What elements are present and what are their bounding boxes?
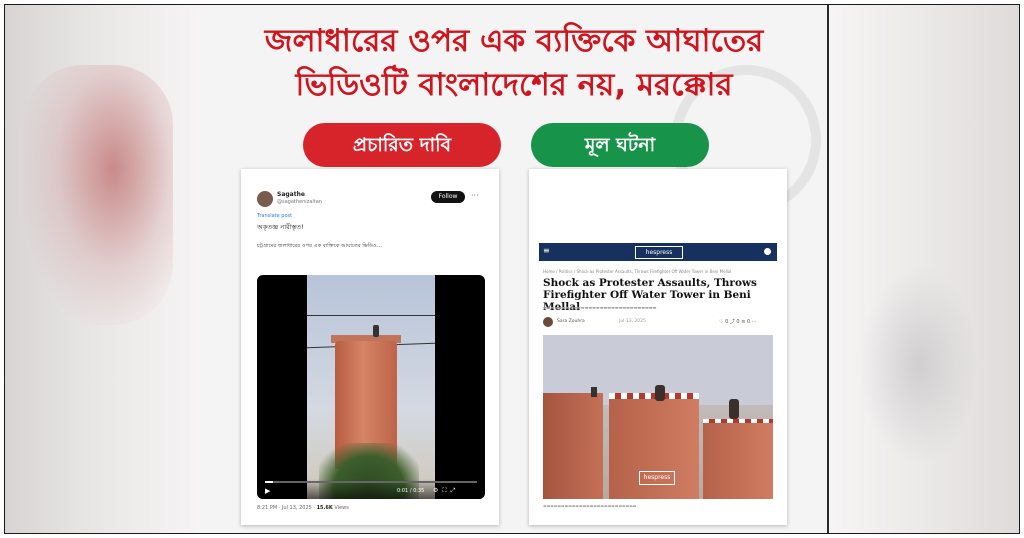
blurred-shape	[23, 65, 173, 325]
author-avatar	[543, 317, 553, 327]
site-navbar: ≡ hespress	[539, 243, 777, 261]
person-figure	[655, 385, 665, 401]
tweet-screenshot: Sagathe @sagathenizaltan Follow ··· Tran…	[241, 169, 499, 525]
tweet-body: চট্টগ্রামের জলাধারের ওপর এক ব্যক্তিকে আঘ…	[257, 243, 382, 249]
fact-label: মূল ঘটনা	[531, 123, 709, 167]
headline: জলাধারের ওপর এক ব্যক্তিকে আঘাতের ভিডিওটি…	[201, 19, 827, 107]
image-frame: জলাধারের ওপর এক ব্যক্তিকে আঘাতের ভিডিওটি…	[4, 4, 1020, 534]
translate-link[interactable]: Translate post	[257, 213, 292, 219]
tweet-video[interactable]: ▶ 0:01 / 0:35 ⚙⛶⤢	[257, 275, 485, 499]
claim-label: প্রচারিত দাবি	[303, 123, 501, 167]
search-icon[interactable]	[764, 248, 771, 255]
article-date: Jul 13, 2025	[619, 319, 646, 324]
play-icon[interactable]: ▶	[265, 487, 270, 495]
power-line	[307, 315, 435, 316]
video-control-icons[interactable]: ⚙⛶⤢	[433, 487, 459, 495]
tweet-first-line: অকৃতজ্ঞ নারীস্তৃত!	[257, 223, 304, 231]
breadcrumb: Home / Politics / Shock as Protester Ass…	[543, 269, 732, 274]
person-figure	[373, 325, 379, 337]
menu-icon[interactable]: ≡	[543, 246, 550, 255]
article-author[interactable]: Sara Zouhra	[557, 319, 585, 324]
follow-button[interactable]: Follow	[431, 191, 465, 203]
headline-line-1: জলাধারের ওপর এক ব্যক্তিকে আঘাতের	[264, 23, 764, 59]
site-logo[interactable]: hespress	[635, 246, 683, 259]
photo-watermark: hespress	[639, 471, 675, 485]
tweet-views-label: Views	[334, 505, 349, 511]
blurred-background-right	[823, 5, 1019, 533]
avatar	[257, 191, 273, 207]
tweet-author-name: Sagathe	[277, 191, 305, 198]
tweet-meta: 8:21 PM · Jul 13, 2025 · 15.6K Views	[257, 505, 349, 511]
person-figure	[729, 399, 739, 419]
headline-line-2: ভিডিওটি বাংলাদেশের নয়, মরক্কোর	[295, 67, 733, 103]
video-progress-fill	[265, 481, 274, 483]
video-time: 0:01 / 0:35	[397, 488, 425, 494]
share-icons[interactable]: ♡ 0 ⤴ 0 ≡ 0 ⋯	[719, 318, 757, 325]
tweet-view-count: 15.6K	[316, 505, 333, 511]
photo-caption: ▬▬▬▬▬▬▬▬▬▬▬▬▬▬▬▬▬▬▬▬▬▬▬▬▬▬	[543, 503, 637, 508]
article-photo: hespress	[543, 335, 773, 499]
tweet-author-handle: @sagathenizaltan	[277, 199, 322, 205]
article-summary: ▬▬▬▬▬▬▬▬▬▬▬▬▬▬▬▬▬▬▬▬▬▬▬▬▬▬▬▬▬▬	[543, 305, 657, 310]
tweet-timestamp: 8:21 PM · Jul 13, 2025 ·	[257, 505, 315, 511]
person-figure	[591, 387, 597, 397]
fact-check-graphic: জলাধারের ওপর এক ব্যক্তিকে আঘাতের ভিডিওটি…	[201, 5, 827, 533]
more-icon[interactable]: ···	[471, 191, 479, 200]
vertical-divider	[827, 5, 829, 533]
blurred-shape	[859, 265, 979, 465]
water-tower	[543, 393, 603, 499]
blurred-background-left	[5, 5, 201, 533]
video-progress-bar[interactable]	[265, 481, 477, 483]
water-tower	[703, 423, 773, 499]
article-screenshot: ≡ hespress Home / Politics / Shock as Pr…	[529, 169, 787, 525]
